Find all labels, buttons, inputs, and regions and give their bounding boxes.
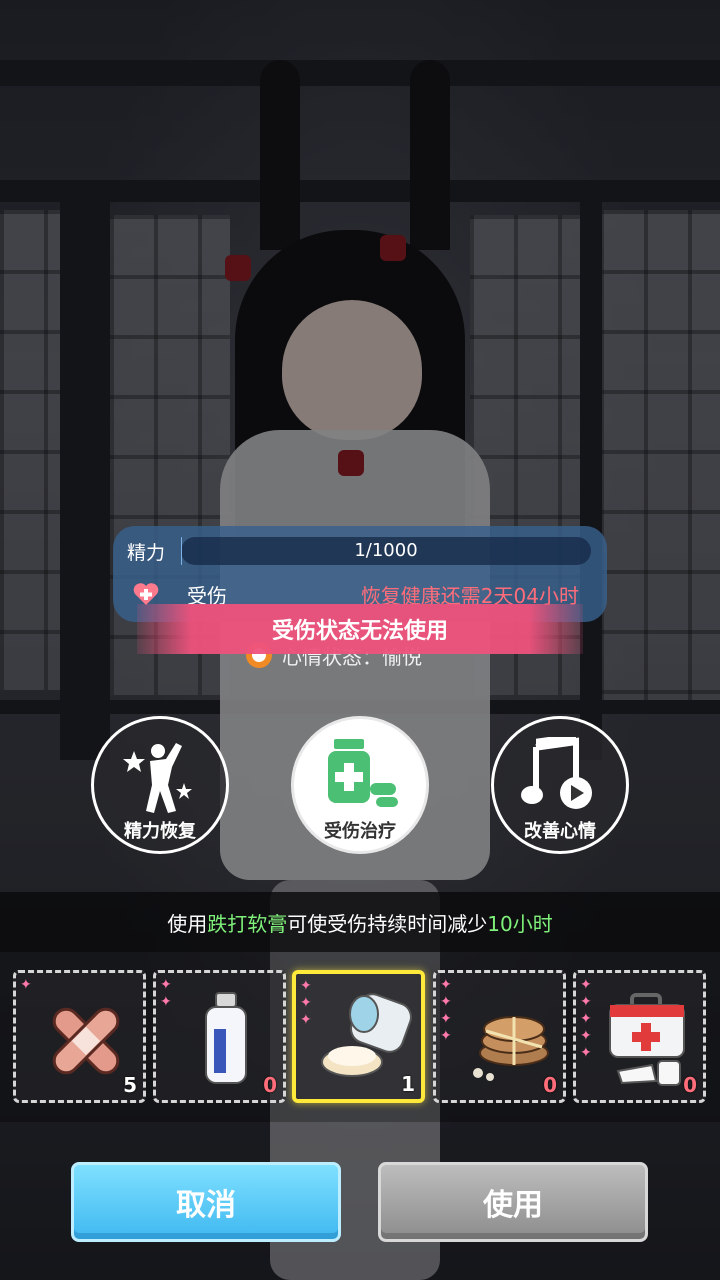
star-icon: ✦ <box>580 1045 592 1061</box>
rarity-stars: ✦ ✦ <box>160 977 172 1010</box>
star-icon: ✦ <box>300 1012 312 1028</box>
item-count: 1 <box>401 1072 415 1096</box>
stamina-recover-button[interactable]: 精力恢复 <box>91 716 229 854</box>
herbal-cake-icon <box>473 1016 549 1081</box>
item-count: 0 <box>263 1073 277 1097</box>
rarity-stars: ✦ ✦ ✦ ✦ ✦ <box>580 977 592 1061</box>
item-slot-herbal-cake[interactable]: ✦ ✦ ✦ ✦ 0 <box>433 970 566 1103</box>
hint-prefix: 使用 <box>167 911 208 936</box>
stamina-recover-label: 精力恢复 <box>124 821 196 842</box>
lotion-bottle-icon <box>205 992 247 1084</box>
hint-middle: 可使受伤持续时间减少 <box>287 911 488 936</box>
hint-item-name: 跌打软膏 <box>207 911 288 936</box>
warning-banner: 受伤状态无法使用 <box>137 604 583 654</box>
rarity-stars: ✦ ✦ ✦ <box>300 978 312 1028</box>
improve-mood-label: 改善心情 <box>524 821 596 842</box>
item-count: 0 <box>543 1073 557 1097</box>
bandage-icon <box>52 1007 120 1075</box>
first-aid-kit-icon <box>609 993 685 1086</box>
star-icon: ✦ <box>440 994 452 1010</box>
stamina-label: 精力 <box>127 542 166 564</box>
hint-amount: 10小时 <box>487 911 553 936</box>
rarity-stars: ✦ <box>20 977 32 993</box>
hint-bar: 使用 跌打软膏 可使受伤持续时间减少 10小时 <box>0 892 720 952</box>
medicine-bottle-icon <box>328 739 398 807</box>
injury-treatment-label: 受伤治疗 <box>324 821 396 842</box>
star-icon: ✦ <box>580 994 592 1010</box>
stamina-value: 1/1000 <box>354 540 418 561</box>
heart-plus-icon <box>133 583 159 605</box>
star-icon: ✦ <box>440 1028 452 1044</box>
stamina-bar: 1/1000 <box>181 537 591 565</box>
injury-treatment-button[interactable]: 受伤治疗 <box>291 716 429 854</box>
rarity-stars: ✦ ✦ ✦ ✦ <box>440 977 452 1044</box>
star-icon: ✦ <box>580 1011 592 1027</box>
item-slot-bandage[interactable]: ✦ 5 <box>13 970 146 1103</box>
star-icon: ✦ <box>440 1011 452 1027</box>
item-slot-lotion-bottle[interactable]: ✦ ✦ 0 <box>153 970 286 1103</box>
star-icon: ✦ <box>300 978 312 994</box>
ointment-jar-icon <box>321 993 412 1077</box>
star-icon: ✦ <box>300 995 312 1011</box>
item-count: 5 <box>123 1073 137 1097</box>
stamina-recover-icon <box>123 743 192 813</box>
star-icon: ✦ <box>580 1028 592 1044</box>
use-button[interactable]: 使用 <box>378 1162 648 1242</box>
star-icon: ✦ <box>20 977 32 993</box>
star-icon: ✦ <box>160 977 172 993</box>
item-slot-first-aid-kit[interactable]: ✦ ✦ ✦ ✦ ✦ 0 <box>573 970 706 1103</box>
cancel-button[interactable]: 取消 <box>71 1162 341 1242</box>
item-count: 0 <box>683 1073 697 1097</box>
item-slot-ointment-jar[interactable]: ✦ ✦ ✦ 1 <box>292 970 425 1103</box>
improve-mood-button[interactable]: 改善心情 <box>491 716 629 854</box>
star-icon: ✦ <box>580 977 592 993</box>
warning-text: 受伤状态无法使用 <box>271 619 448 644</box>
music-note-icon <box>521 737 592 809</box>
star-icon: ✦ <box>160 994 172 1010</box>
star-icon: ✦ <box>440 977 452 993</box>
